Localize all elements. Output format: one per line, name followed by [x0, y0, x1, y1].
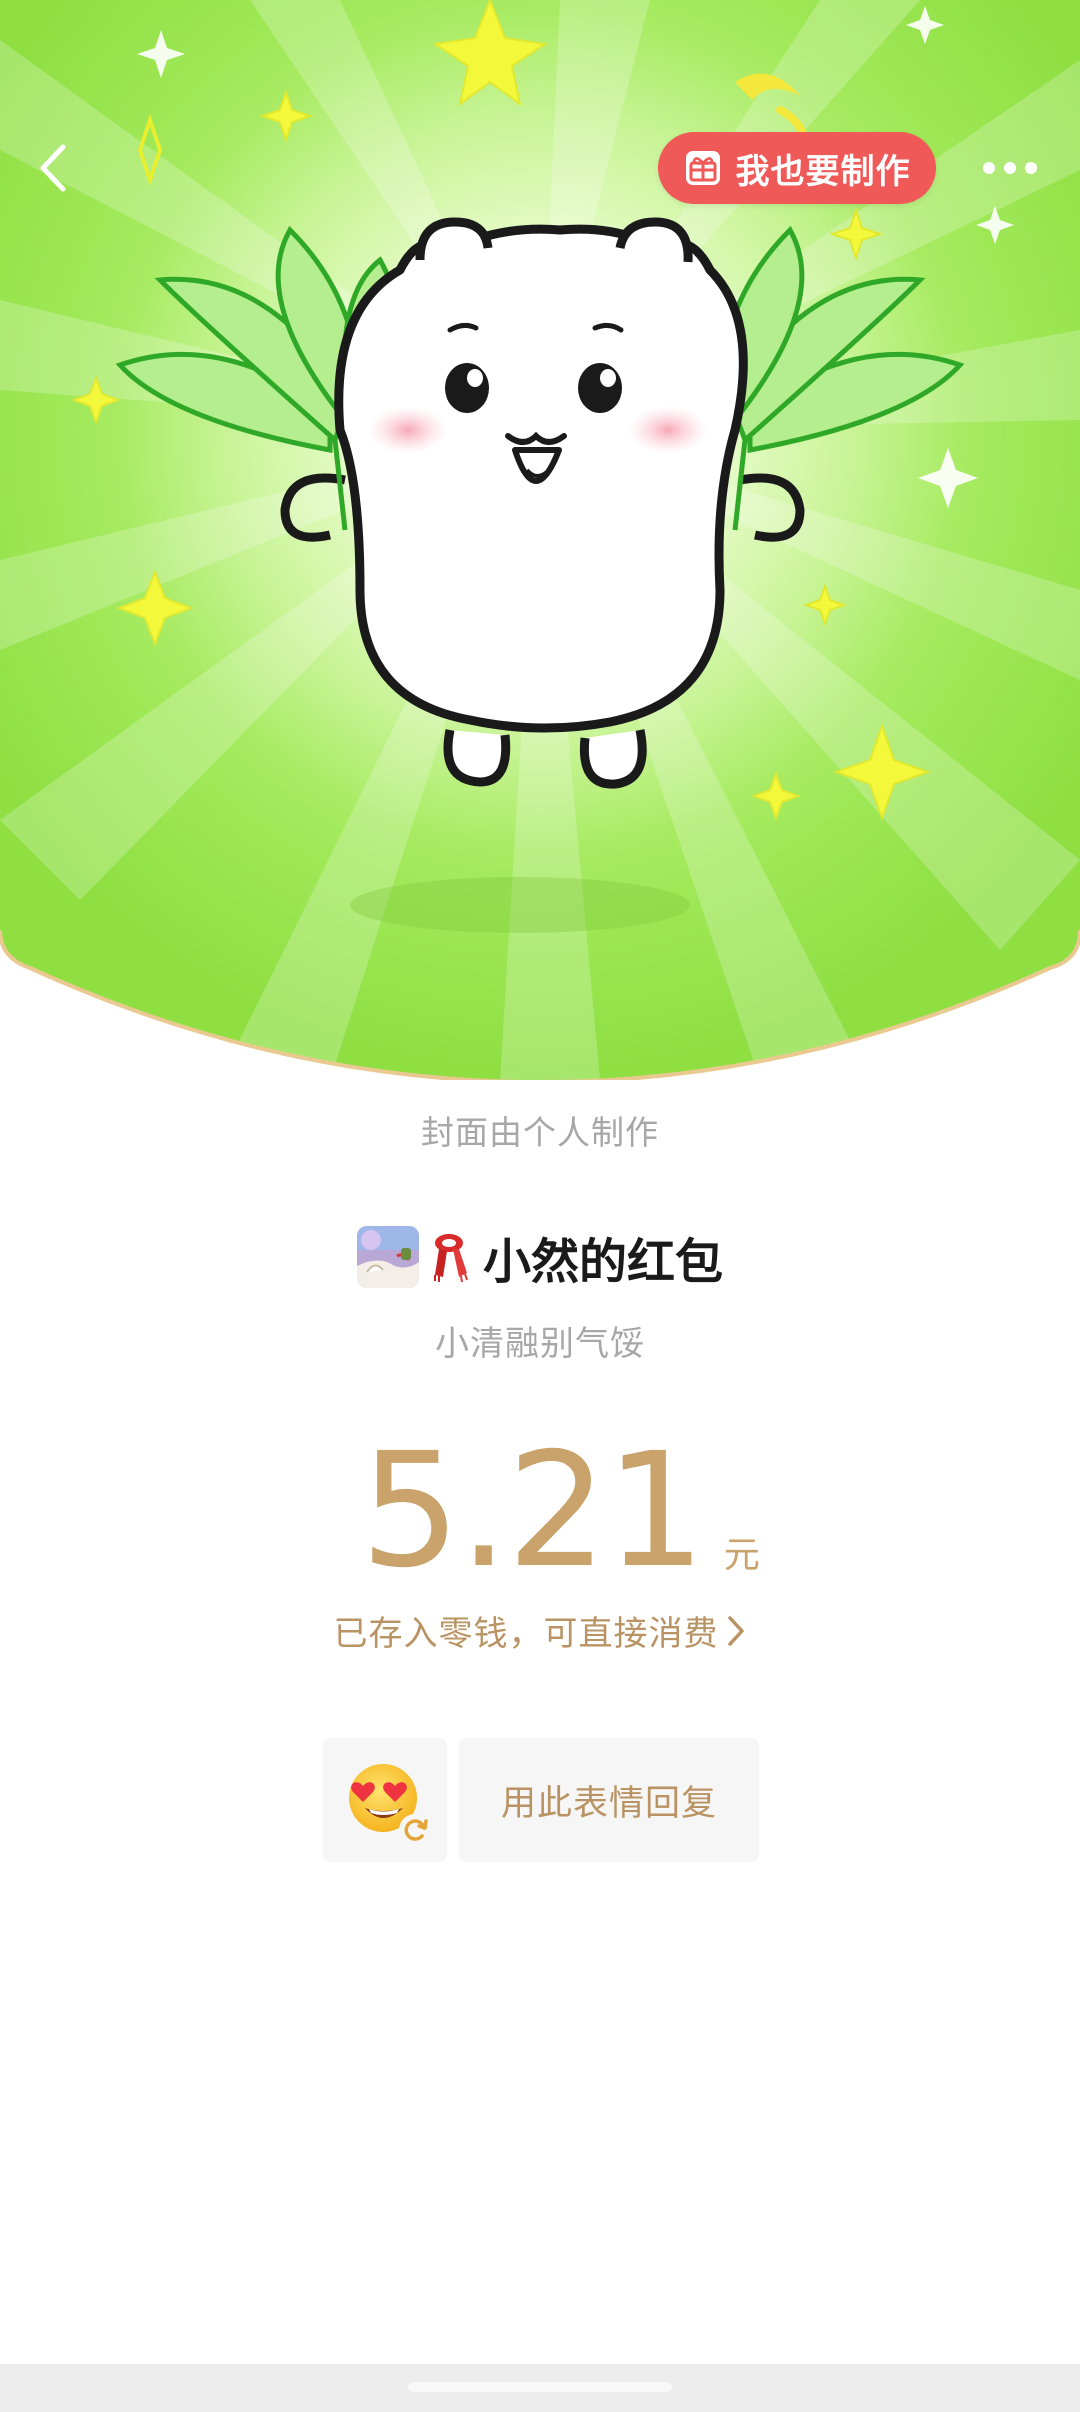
amount-row: 5.21 元 [0, 1420, 1080, 1590]
cover-credit-text: 封面由个人制作 [421, 1113, 659, 1152]
deposit-text: 已存入零钱，可直接消费 [333, 1614, 719, 1654]
greeting-message: 小清融别气馁 [435, 1324, 645, 1364]
red-packet-cover: 我也要制作 [0, 0, 1080, 1080]
top-bar: 我也要制作 [0, 120, 1080, 220]
chevron-right-icon [727, 1615, 744, 1646]
refresh-icon [399, 1814, 431, 1846]
reply-button-label: 用此表情回复 [500, 1783, 717, 1824]
amount-value: 5.21 [360, 1419, 706, 1603]
navigation-bar [0, 2364, 1080, 2412]
back-button[interactable] [22, 138, 82, 198]
avatar[interactable] [356, 1226, 419, 1288]
sender-row: 小然的红包 [0, 1222, 1080, 1292]
amount-unit: 元 [723, 1535, 760, 1576]
gift-icon [685, 151, 720, 185]
scarf-icon [433, 1234, 468, 1283]
make-cover-button[interactable]: 我也要制作 [658, 132, 936, 204]
red-packet-detail-page: 我也要制作 封面由个人制作 小然的红包 小清融别气馁 5.21 元 已存入零钱，… [0, 0, 1080, 2412]
make-cover-label: 我也要制作 [735, 151, 911, 192]
reply-with-emoji-button[interactable]: 用此表情回复 [459, 1738, 759, 1862]
reply-row: 用此表情回复 [323, 1738, 759, 1862]
sender-name: 小然的红包 [482, 1234, 723, 1290]
more-icon [983, 162, 1037, 174]
more-button[interactable] [972, 138, 1048, 198]
deposit-link[interactable]: 已存入零钱，可直接消费 [0, 1606, 1080, 1655]
emoji-switch-button[interactable] [323, 1738, 447, 1862]
home-indicator[interactable] [408, 2382, 672, 2392]
back-arrow-icon [40, 144, 66, 192]
